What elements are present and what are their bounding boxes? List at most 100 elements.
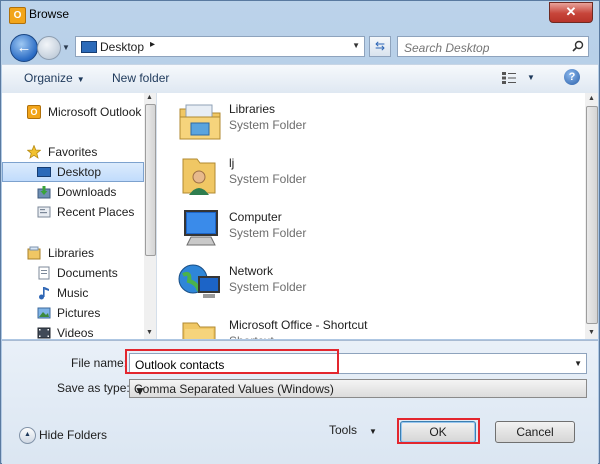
forward-button[interactable] xyxy=(37,36,61,60)
sidebar-item-pictures[interactable]: Pictures xyxy=(2,303,144,323)
address-bar[interactable]: Desktop ▸ ▼ xyxy=(75,36,365,57)
highlight-box xyxy=(397,418,480,444)
sidebar-item-recent-places[interactable]: Recent Places xyxy=(2,202,144,222)
scroll-down-icon[interactable]: ▼ xyxy=(588,329,595,336)
organize-label: Organize xyxy=(24,71,73,85)
sidebar-item-libraries[interactable]: Libraries xyxy=(2,243,144,263)
file-type: System Folder xyxy=(229,118,307,132)
navigation-bar: ← ▼ Desktop ▸ ▼ ⇆ xyxy=(1,31,599,63)
sidebar-item-downloads[interactable]: Downloads xyxy=(2,182,144,202)
help-icon[interactable]: ? xyxy=(564,69,580,85)
close-button[interactable]: ✕ xyxy=(549,2,593,23)
file-name: lj xyxy=(229,156,235,170)
command-bar: Organize ▼ New folder ▼ ? xyxy=(2,64,598,94)
cancel-button[interactable]: Cancel xyxy=(495,421,575,443)
refresh-button[interactable]: ⇆ xyxy=(369,36,391,57)
videos-icon xyxy=(37,327,51,339)
sidebar-item-label: Music xyxy=(57,286,89,300)
sidebar-item-microsoft-outlook[interactable]: O Microsoft Outlook xyxy=(2,102,144,122)
address-dropdown-icon[interactable]: ▼ xyxy=(352,41,360,50)
save-options-panel: File name: ▼ Save as type: Comma Separat… xyxy=(2,340,598,464)
sidebar-item-desktop[interactable]: Desktop xyxy=(2,162,144,182)
sidebar-item-favorites[interactable]: Favorites xyxy=(2,142,144,162)
save-as-type-label: Save as type: xyxy=(57,381,130,395)
sidebar-item-label: Desktop xyxy=(57,165,102,179)
list-item[interactable]: Network System Folder xyxy=(157,255,577,309)
change-view-icon[interactable] xyxy=(502,72,516,84)
documents-icon xyxy=(38,266,50,280)
music-icon xyxy=(39,287,49,300)
sidebar-item-label: Favorites xyxy=(48,145,98,159)
tools-button[interactable]: Tools ▼ xyxy=(329,423,377,437)
list-item[interactable]: Computer System Folder xyxy=(157,201,577,255)
chevron-down-icon: ▼ xyxy=(369,427,377,436)
star-icon xyxy=(27,145,41,159)
shortcut-folder-icon xyxy=(182,322,216,339)
chevron-down-icon: ▼ xyxy=(76,75,85,84)
sidebar-item-label: Libraries xyxy=(48,246,95,260)
highlight-box xyxy=(125,349,339,374)
scroll-down-icon[interactable]: ▼ xyxy=(146,329,153,336)
title-bar[interactable]: O Browse ✕ xyxy=(1,1,599,29)
address-location[interactable]: Desktop xyxy=(100,40,144,54)
sidebar-item-videos[interactable]: Videos xyxy=(2,323,144,339)
file-name-label: File name: xyxy=(71,356,128,370)
window-title: Browse xyxy=(29,7,70,21)
hide-folders-label: Hide Folders xyxy=(39,428,108,442)
user-folder-icon xyxy=(182,158,216,195)
scroll-up-icon[interactable]: ▲ xyxy=(146,94,153,101)
list-item[interactable]: Libraries System Folder xyxy=(157,93,577,147)
file-name: Computer xyxy=(229,210,282,224)
content-area: O Microsoft Outlook Favorites Desktop Do… xyxy=(2,93,598,339)
sidebar-item-label: Recent Places xyxy=(57,205,135,219)
libraries-icon xyxy=(27,246,41,260)
sidebar-item-documents[interactable]: Documents xyxy=(2,263,144,283)
downloads-icon xyxy=(37,186,51,199)
file-list-scrollbar[interactable]: ▲ ▼ xyxy=(585,93,598,339)
sidebar-item-label: Downloads xyxy=(57,185,117,199)
file-type: System Folder xyxy=(229,172,307,186)
libraries-folder-icon xyxy=(179,104,221,140)
chevron-up-icon: ▲ xyxy=(19,427,36,444)
file-type: Shortcut xyxy=(229,334,274,339)
sidebar-item-label: Documents xyxy=(57,266,118,280)
breadcrumb-chevron-icon[interactable]: ▸ xyxy=(150,39,155,50)
tools-label: Tools xyxy=(329,423,358,437)
search-icon[interactable] xyxy=(572,40,584,52)
desktop-icon xyxy=(37,167,51,177)
recent-pages-dropdown[interactable]: ▼ xyxy=(62,43,70,52)
network-icon xyxy=(178,264,220,298)
list-item[interactable]: Microsoft Office - Shortcut Shortcut xyxy=(157,309,577,339)
sidebar-item-label: Pictures xyxy=(57,306,101,320)
file-type: System Folder xyxy=(229,226,307,240)
search-box[interactable] xyxy=(397,36,589,57)
outlook-icon: O xyxy=(9,7,26,24)
computer-icon xyxy=(184,210,218,246)
pictures-icon xyxy=(37,307,51,319)
sidebar-item-music[interactable]: Music xyxy=(2,283,144,303)
sidebar-item-label: Microsoft Outlook xyxy=(48,105,142,119)
navigation-pane-scrollbar[interactable]: ▲ ▼ xyxy=(144,93,156,339)
organize-button[interactable]: Organize ▼ xyxy=(24,71,85,85)
file-name: Network xyxy=(229,264,274,278)
desktop-icon xyxy=(81,41,97,53)
file-type: System Folder xyxy=(229,280,307,294)
scrollbar-thumb[interactable] xyxy=(586,106,598,324)
chevron-down-icon[interactable]: ▼ xyxy=(574,359,582,368)
search-input[interactable] xyxy=(402,38,566,57)
new-folder-button[interactable]: New folder xyxy=(112,71,169,85)
outlook-icon: O xyxy=(27,105,41,119)
file-name: Microsoft Office - Shortcut xyxy=(229,318,368,332)
scroll-up-icon[interactable]: ▲ xyxy=(588,95,595,102)
chevron-down-icon[interactable]: ▼ xyxy=(134,384,582,398)
back-button[interactable]: ← xyxy=(10,34,38,62)
file-name: Libraries xyxy=(229,102,276,116)
list-item[interactable]: lj System Folder xyxy=(157,147,577,201)
save-as-type-select[interactable]: Comma Separated Values (Windows) ▼ xyxy=(129,379,587,398)
file-list: Libraries System Folder lj System Folder… xyxy=(157,93,585,339)
sidebar-item-label: Videos xyxy=(57,326,94,339)
view-dropdown-icon[interactable]: ▼ xyxy=(527,73,535,82)
recent-places-icon xyxy=(37,206,51,218)
browse-dialog: O Browse ✕ ← ▼ Desktop ▸ ▼ ⇆ Organize▼ N… xyxy=(0,0,600,464)
scrollbar-thumb[interactable] xyxy=(145,104,156,256)
